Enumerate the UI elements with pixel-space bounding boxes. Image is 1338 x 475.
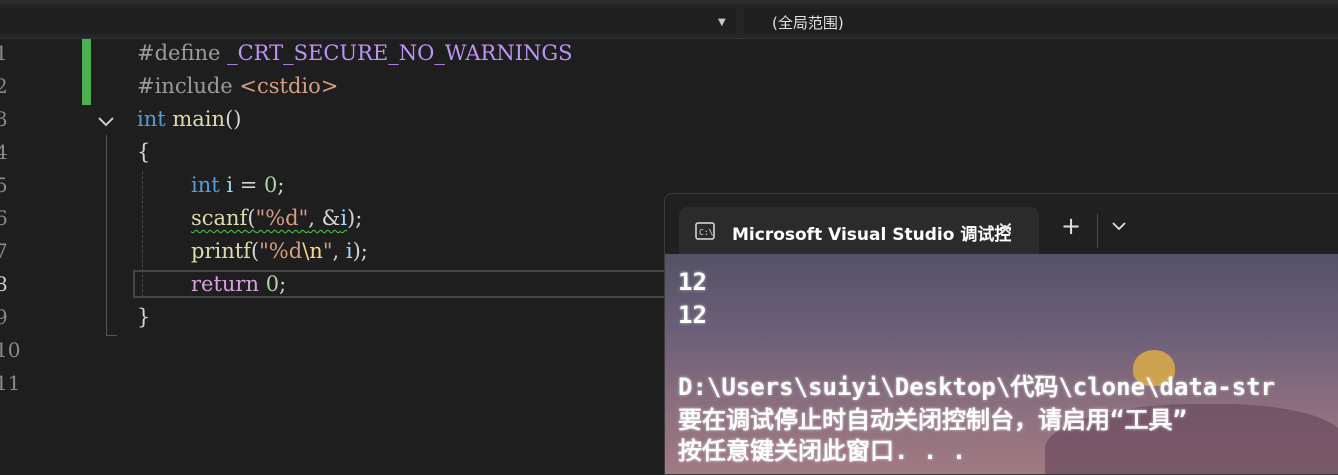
- line-number-active: 8: [0, 272, 8, 296]
- code-line-2: #include <cstdio>: [137, 74, 338, 98]
- line-number: 5: [0, 173, 8, 197]
- code-line-9: }: [137, 305, 151, 329]
- variable: i: [345, 239, 353, 263]
- punct: );: [352, 239, 368, 263]
- line-number: 10: [0, 338, 21, 362]
- scope-dropdown[interactable]: (全局范围): [744, 8, 1338, 34]
- console-output-area[interactable]: 12 12 D:\Users\suiyi\Desktop\代码\clone\da…: [665, 254, 1338, 474]
- console-icon: C:\: [695, 222, 715, 240]
- debug-console-window[interactable]: C:\ Microsoft Visual Studio 调试控 ✕ + 12 1…: [664, 193, 1338, 475]
- type-keyword: int: [191, 173, 220, 197]
- tab-separator: [1097, 214, 1098, 248]
- paren: (: [247, 206, 256, 230]
- preprocessor-keyword: #include: [137, 74, 240, 98]
- console-tab-bar: C:\ Microsoft Visual Studio 调试控 ✕ +: [665, 194, 1338, 255]
- number-literal: 0: [265, 272, 280, 296]
- change-indicator-bar: [82, 39, 91, 105]
- line-number: 4: [0, 140, 8, 164]
- line-number: 11: [0, 371, 21, 395]
- line-number: 6: [0, 206, 8, 230]
- code-line-1: #define _CRT_SECURE_NO_WARNINGS: [137, 41, 573, 65]
- navigation-bar: ▼ (全局范围): [0, 4, 1338, 39]
- string-literal: "%d: [259, 239, 303, 263]
- code-line-4: {: [137, 140, 151, 164]
- escape-sequence: \n: [302, 239, 323, 263]
- punct: , &: [308, 206, 341, 230]
- member-dropdown[interactable]: ▼: [0, 8, 736, 34]
- code-line-3: int main(): [137, 107, 241, 131]
- console-line: 按任意键关闭此窗口. . .: [678, 437, 967, 465]
- line-number: 2: [0, 74, 8, 98]
- new-tab-plus-icon[interactable]: +: [1061, 214, 1081, 238]
- code-line-8: return 0;: [191, 272, 286, 296]
- close-icon[interactable]: ✕: [997, 217, 1014, 241]
- line-number: 1: [0, 41, 8, 65]
- svg-text:C:\: C:\: [699, 228, 714, 237]
- line-number: 9: [0, 305, 8, 329]
- console-line: D:\Users\suiyi\Desktop\代码\clone\data-str: [678, 373, 1276, 401]
- fold-chevron-icon[interactable]: [96, 111, 116, 131]
- code-line-6: scanf("%d", &i);: [191, 206, 362, 230]
- type-keyword: int: [137, 107, 166, 131]
- operator: =: [233, 173, 265, 197]
- return-keyword: return: [191, 272, 259, 296]
- chevron-down-icon[interactable]: [1111, 219, 1127, 233]
- semicolon: ;: [277, 173, 285, 197]
- include-header: <cstdio>: [239, 74, 339, 98]
- punct: ,: [332, 239, 346, 263]
- parens: (): [225, 107, 242, 131]
- punct: );: [347, 206, 363, 230]
- function-name: printf: [191, 239, 251, 263]
- semicolon: ;: [279, 272, 287, 296]
- line-number: 7: [0, 239, 8, 263]
- function-name: main: [172, 107, 226, 131]
- console-line: 12: [678, 268, 707, 296]
- scope-label: (全局范围): [772, 14, 844, 32]
- function-name: scanf: [191, 206, 248, 230]
- fold-guide: [106, 135, 117, 336]
- string-literal: "%d": [255, 206, 309, 230]
- line-number: 3: [0, 107, 8, 131]
- warning-squiggle[interactable]: scanf("%d", &i: [191, 206, 347, 230]
- number-literal: 0: [264, 173, 278, 197]
- preprocessor-keyword: #define: [137, 41, 228, 65]
- console-line: 12: [678, 301, 707, 329]
- console-tab[interactable]: C:\ Microsoft Visual Studio 调试控 ✕: [679, 207, 1039, 255]
- code-line-5: int i = 0;: [191, 173, 285, 197]
- console-line: 要在调试停止时自动关闭控制台，请启用“工具”: [678, 406, 1187, 434]
- chevron-down-icon[interactable]: ▼: [718, 17, 726, 28]
- console-tab-title: Microsoft Visual Studio 调试控: [732, 225, 1012, 245]
- paren: (: [250, 239, 260, 263]
- macro-name: _CRT_SECURE_NO_WARNINGS: [227, 41, 573, 65]
- code-line-7: printf("%d\n", i);: [191, 239, 368, 263]
